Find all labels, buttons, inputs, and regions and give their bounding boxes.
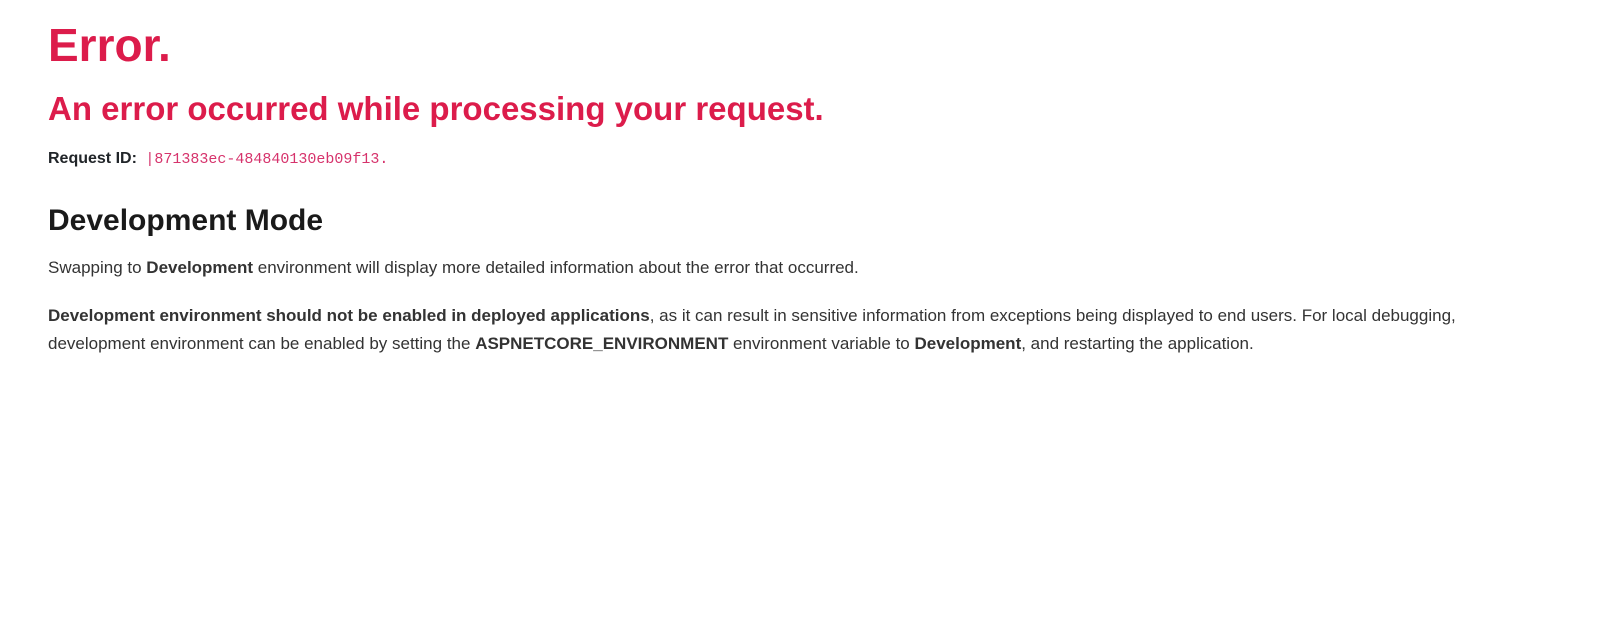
text-bold-env-var: ASPNETCORE_ENVIRONMENT [475,334,728,353]
error-title: Error. [48,20,1553,71]
text-segment: , and restarting the application. [1021,334,1253,353]
request-id-label: Request ID: [48,150,137,167]
request-id-value: |871383ec-484840130eb09f13. [145,151,388,168]
dev-mode-paragraph-1: Swapping to Development environment will… [48,254,1468,282]
error-subtitle: An error occurred while processing your … [48,89,1553,129]
text-segment: environment variable to [728,334,914,353]
request-id-line: Request ID: |871383ec-484840130eb09f13. [48,150,1553,168]
dev-mode-paragraph-2: Development environment should not be en… [48,302,1468,358]
text-bold-development: Development [146,258,253,277]
text-segment: Swapping to [48,258,146,277]
text-bold-warning: Development environment should not be en… [48,306,650,325]
text-bold-development: Development [914,334,1021,353]
text-segment: environment will display more detailed i… [253,258,859,277]
development-mode-heading: Development Mode [48,204,1553,238]
